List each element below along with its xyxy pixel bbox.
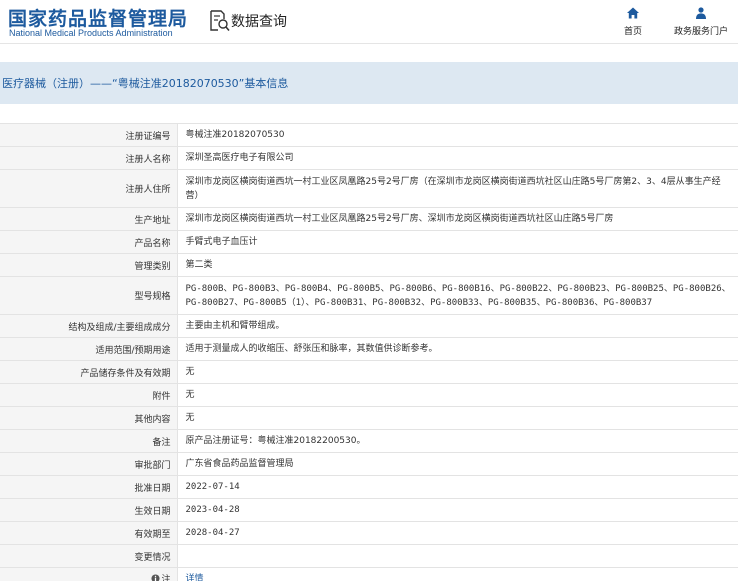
info-row-structure: 结构及组成/主要组成成分 主要由主机和臂带组成。 xyxy=(0,314,738,338)
field-label: 有效期至 xyxy=(0,521,178,545)
field-label: 附件 xyxy=(0,383,178,407)
field-value: 手臂式电子血压计 xyxy=(177,230,738,254)
info-row-production-address: 生产地址 深圳市龙岗区横岗街道西坑一村工业区凤凰路25号2号厂房、深圳市龙岗区横… xyxy=(0,207,738,231)
info-row-valid-until: 有效期至 2028-04-27 xyxy=(0,521,738,545)
info-row-note: 注 详情 xyxy=(0,567,738,581)
site-logo-en[interactable]: National Medical Products Administration xyxy=(9,28,173,38)
info-row-registrant-name: 注册人名称 深圳圣高医疗电子有限公司 xyxy=(0,146,738,170)
field-value: 无 xyxy=(177,360,738,384)
site-logo-cn[interactable]: 国家药品监督管理局 xyxy=(8,4,188,31)
field-value: 粤械注准20182070530 xyxy=(177,123,738,147)
info-row-approval-dept: 审批部门 广东省食品药品监督管理局 xyxy=(0,452,738,476)
field-label: 变更情况 xyxy=(0,544,178,568)
field-value: 2028-04-27 xyxy=(177,521,738,545)
info-row-registrant-address: 注册人住所 深圳市龙岗区横岗街道西坑一村工业区凤凰路25号2号厂房（在深圳市龙岗… xyxy=(0,169,738,208)
data-query-label: 数据查询 xyxy=(231,14,287,30)
nav-gov-service-portal[interactable]: 政务服务门户 xyxy=(668,6,734,37)
field-value: 第二类 xyxy=(177,253,738,277)
info-row-management-class: 管理类别 第二类 xyxy=(0,253,738,277)
field-label: 备注 xyxy=(0,429,178,453)
field-label: 产品名称 xyxy=(0,230,178,254)
field-value: 深圳圣高医疗电子有限公司 xyxy=(177,146,738,170)
field-label: 注册人住所 xyxy=(0,169,178,208)
field-label: 批准日期 xyxy=(0,475,178,499)
info-row-change-history: 变更情况 xyxy=(0,544,738,568)
field-label: 审批部门 xyxy=(0,452,178,476)
data-query-icon xyxy=(208,10,230,32)
note-label-wrap: 注 xyxy=(151,572,171,581)
info-row-attachment: 附件 无 xyxy=(0,383,738,407)
info-row-effective-date: 生效日期 2023-04-28 xyxy=(0,498,738,522)
info-row-other: 其他内容 无 xyxy=(0,406,738,430)
field-value: 2022-07-14 xyxy=(177,475,738,499)
info-row-remarks: 备注 原产品注册证号：粤械注准20182200530。 xyxy=(0,429,738,453)
field-value: 主要由主机和臂带组成。 xyxy=(177,314,738,338)
site-header: 国家药品监督管理局 National Medical Products Admi… xyxy=(0,0,738,44)
record-title-bar: 医疗器械（注册）——“粤械注准20182070530”基本信息 xyxy=(0,62,738,104)
field-value: 适用于测量成人的收缩压、舒张压和脉率，其数值供诊断参考。 xyxy=(177,337,738,361)
field-label: 管理类别 xyxy=(0,253,178,277)
nav-home-label: 首页 xyxy=(623,27,642,37)
info-icon xyxy=(151,574,161,581)
field-label: 其他内容 xyxy=(0,406,178,430)
field-label-note: 注 xyxy=(0,567,178,581)
field-value: 无 xyxy=(177,383,738,407)
field-label: 结构及组成/主要组成成分 xyxy=(0,314,178,338)
info-row-intended-use: 适用范围/预期用途 适用于测量成人的收缩压、舒张压和脉率，其数值供诊断参考。 xyxy=(0,337,738,361)
field-value: 详情 xyxy=(177,567,738,581)
field-value: 无 xyxy=(177,406,738,430)
info-row-approval-date: 批准日期 2022-07-14 xyxy=(0,475,738,499)
info-row-cert-number: 注册证编号 粤械注准20182070530 xyxy=(0,123,738,147)
nav-gov-service-label: 政务服务门户 xyxy=(673,27,728,37)
info-row-product-name: 产品名称 手臂式电子血压计 xyxy=(0,230,738,254)
home-icon xyxy=(627,7,639,19)
field-label: 生效日期 xyxy=(0,498,178,522)
field-value: 原产品注册证号：粤械注准20182200530。 xyxy=(177,429,738,453)
field-label: 注 xyxy=(161,575,171,581)
details-link[interactable]: 详情 xyxy=(186,574,204,581)
field-label: 生产地址 xyxy=(0,207,178,231)
nav-home[interactable]: 首页 xyxy=(618,6,648,37)
field-value: 广东省食品药品监督管理局 xyxy=(177,452,738,476)
field-value: PG-800B、PG-800B3、PG-800B4、PG-800B5、PG-80… xyxy=(177,276,738,315)
info-row-model-spec: 型号规格 PG-800B、PG-800B3、PG-800B4、PG-800B5、… xyxy=(0,276,738,315)
field-label: 适用范围/预期用途 xyxy=(0,337,178,361)
field-label: 注册证编号 xyxy=(0,123,178,147)
field-value: 2023-04-28 xyxy=(177,498,738,522)
info-row-storage: 产品储存条件及有效期 无 xyxy=(0,360,738,384)
field-value: 深圳市龙岗区横岗街道西坑一村工业区凤凰路25号2号厂房、深圳市龙岗区横岗街道西坑… xyxy=(177,207,738,231)
field-label: 型号规格 xyxy=(0,276,178,315)
record-title: 医疗器械（注册）——“粤械注准20182070530”基本信息 xyxy=(2,77,289,90)
field-value xyxy=(177,544,738,568)
field-label: 产品储存条件及有效期 xyxy=(0,360,178,384)
field-label: 注册人名称 xyxy=(0,146,178,170)
person-group-icon xyxy=(696,7,706,19)
registration-info-table: 注册证编号 粤械注准20182070530 注册人名称 深圳圣高医疗电子有限公司… xyxy=(0,123,738,581)
field-value: 深圳市龙岗区横岗街道西坑一村工业区凤凰路25号2号厂房（在深圳市龙岗区横岗街道西… xyxy=(177,169,738,208)
data-query-link[interactable]: 数据查询 xyxy=(208,10,287,32)
